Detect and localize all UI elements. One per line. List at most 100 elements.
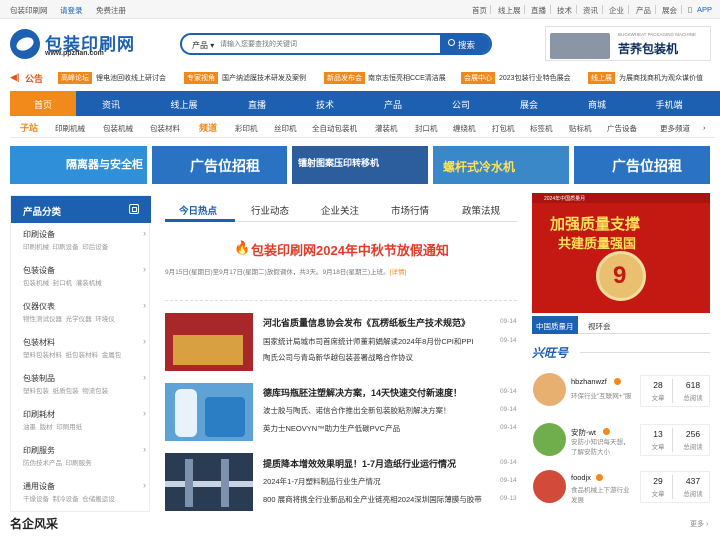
notice-item[interactable]: 2023包装行业特色展会 [499,73,571,83]
news-title[interactable]: 河北省质量信息协会发布《瓦楞纸板生产技术规范》 [263,316,470,329]
search-button[interactable]: 搜索 [440,35,490,53]
register-link[interactable]: 免费注册 [96,5,126,16]
subcategory-link[interactable]: 塑料包装材料 纸包装材料 金属包 [23,349,121,359]
channel-link[interactable]: 缠绕机 [453,123,476,134]
news-thumbnail[interactable] [165,313,253,371]
channel-link[interactable]: 封口机 [415,123,438,134]
subcategory-link[interactable]: 防伪技术产品 印刷服务 [23,457,92,467]
notice-item[interactable]: 国产纳滤膜技术研发及案例 [222,73,306,83]
news-link[interactable]: 2024年1-7月塑料制品行业生产情况 [263,476,381,487]
channel-link[interactable]: 广告设备 [607,123,637,134]
news-link[interactable]: 国家统计局城市司首席统计师董莉娟解读2024年8月份CPI和PPI [263,336,473,347]
tab-company[interactable]: 企业关注 [321,203,359,217]
category-name[interactable]: 印刷服务 [23,445,55,456]
subcategory-link[interactable]: 印刷机械 印刷设备 印后设备 [23,241,108,251]
more-channels-link[interactable]: 更多频道 [660,123,690,134]
news-title[interactable]: 提质降本增效效果明显！1-7月造纸行业运行情况 [263,457,456,470]
subcategory-link[interactable]: 物性测试仪器 光学仪器 环境仪 [23,313,115,323]
tab-industry[interactable]: 行业动态 [251,203,289,217]
tab-policy[interactable]: 政策法规 [462,203,500,217]
top-link-product[interactable]: 产品 [636,5,651,16]
user-name[interactable]: hbzhanwzf [571,377,607,386]
search-category-select[interactable]: 产品 ▾ [192,40,214,51]
station-link[interactable]: 包装机械 [103,123,133,134]
avatar[interactable] [533,470,566,503]
channel-link[interactable]: 彩印机 [235,123,258,134]
site-name-link[interactable]: 包装印刷网 [10,5,48,16]
channel-link[interactable]: 丝印机 [274,123,297,134]
header-ad-banner[interactable]: BUCKWHEAT PACKAGING MACHINE 苦荞包装机 [545,26,711,61]
notice-tag[interactable]: 会展中心 [461,72,495,84]
nav-news[interactable]: 资讯 [78,91,144,116]
tab-quality-month[interactable]: 中国质量月 [532,316,578,334]
notice-tag[interactable]: 线上展 [588,72,615,84]
news-link[interactable]: 陶氏公司与青岛新华越包装荟署战略合作协议 [263,352,413,363]
search-input[interactable] [220,38,440,51]
channel-link[interactable]: 灌装机 [375,123,398,134]
ad-banner[interactable]: 螺杆式冷水机 [433,146,569,184]
subcategory-link[interactable]: 油墨 版材 印刷用纸 [23,421,82,431]
top-link-tech[interactable]: 技术 [557,5,572,16]
nav-live[interactable]: 直播 [224,91,290,116]
nav-expo[interactable]: 展会 [496,91,562,116]
notice-item[interactable]: 为展商找商机为观众谋价值 [619,73,703,83]
notice-tag[interactable]: 专家视角 [184,72,218,84]
details-link[interactable]: [详情] [390,269,407,276]
more-link[interactable]: 更多 › [690,519,708,529]
quality-month-banner[interactable]: 2024年中国质量月 加强质量支撑 共建质量强国 9 [532,193,710,313]
avatar[interactable] [533,373,566,406]
avatar[interactable] [533,423,566,456]
notice-tag[interactable]: 高峰论坛 [58,72,92,84]
nav-home[interactable]: 首页 [10,91,76,116]
news-link[interactable]: 英力士NEOVYN™助力生产低碳PVC产品 [263,423,400,434]
subcategory-link[interactable]: 塑料包装 纸质包装 物流包装 [23,385,108,395]
headline-title[interactable]: 包装印刷网2024年中秋节放假通知 [251,240,449,259]
top-link-company[interactable]: 企业 [609,5,624,16]
station-link[interactable]: 包装材料 [150,123,180,134]
app-link[interactable]: APP [697,5,712,14]
top-link-news[interactable]: 资讯 [583,5,598,16]
news-link[interactable]: 800 展商将携全行业新品和全产业链亮相2024深圳国际薄膜与胶带 [263,494,482,505]
nav-online-expo[interactable]: 线上展 [151,91,217,116]
chevron-right-icon[interactable]: › [703,123,706,132]
notice-item[interactable]: 锂电池回收线上研讨会 [96,73,166,83]
news-link[interactable]: 波士胶与陶氏、诺信合作推出全新包装胶粘剂解决方案！ [263,405,451,416]
tab-today-hot[interactable]: 今日热点 [179,203,217,217]
ad-banner[interactable]: 隔离器与安全柜 [10,146,147,184]
subcategory-link[interactable]: 包装机械 封口机 灌装机械 [23,277,102,287]
channel-link[interactable]: 全自动包装机 [312,123,357,134]
category-name[interactable]: 仪器仪表 [23,301,55,312]
category-name[interactable]: 通用设备 [23,481,55,492]
logo-icon[interactable] [10,29,40,59]
top-link-expo[interactable]: 展会 [662,5,677,16]
notice-tag[interactable]: 新品发布会 [324,72,365,84]
user-name[interactable]: foodjx [571,473,591,482]
channel-link[interactable]: 打包机 [492,123,515,134]
category-name[interactable]: 印刷设备 [23,229,55,240]
ad-banner[interactable]: 广告位招租 [152,146,287,184]
channel-link[interactable]: 标签机 [530,123,553,134]
news-title[interactable]: 德库玛瓶胚注塑解决方案，14天快速交付新速度！ [263,386,462,399]
nav-product[interactable]: 产品 [360,91,426,116]
news-thumbnail[interactable] [165,453,253,511]
nav-company[interactable]: 公司 [428,91,494,116]
station-link[interactable]: 印刷机械 [55,123,85,134]
channel-link[interactable]: 贴标机 [569,123,592,134]
top-link-live[interactable]: 直播 [531,5,546,16]
nav-mall[interactable]: 商城 [564,91,630,116]
subcategory-link[interactable]: 干燥设备 制冷设备 仓储搬运设 [23,493,115,503]
category-name[interactable]: 印刷耗材 [23,409,55,420]
notice-item[interactable]: 南京志恒亮相CCE清洁展 [368,73,446,83]
news-thumbnail[interactable] [165,383,253,441]
top-link-online-expo[interactable]: 线上展 [498,5,521,16]
ad-banner[interactable]: 广告位招租 [574,146,710,184]
ad-banner[interactable]: 镭射图案压印转移机 [292,146,428,184]
tab-market[interactable]: 市场行情 [391,203,429,217]
nav-tech[interactable]: 技术 [292,91,358,116]
category-name[interactable]: 包装设备 [23,265,55,276]
tab-environment[interactable]: 视环会 [588,321,611,332]
nav-mobile[interactable]: 手机端 [636,91,702,116]
category-name[interactable]: 包装制品 [23,373,55,384]
user-name[interactable]: 安防-wt [571,427,596,438]
category-name[interactable]: 包装材料 [23,337,55,348]
